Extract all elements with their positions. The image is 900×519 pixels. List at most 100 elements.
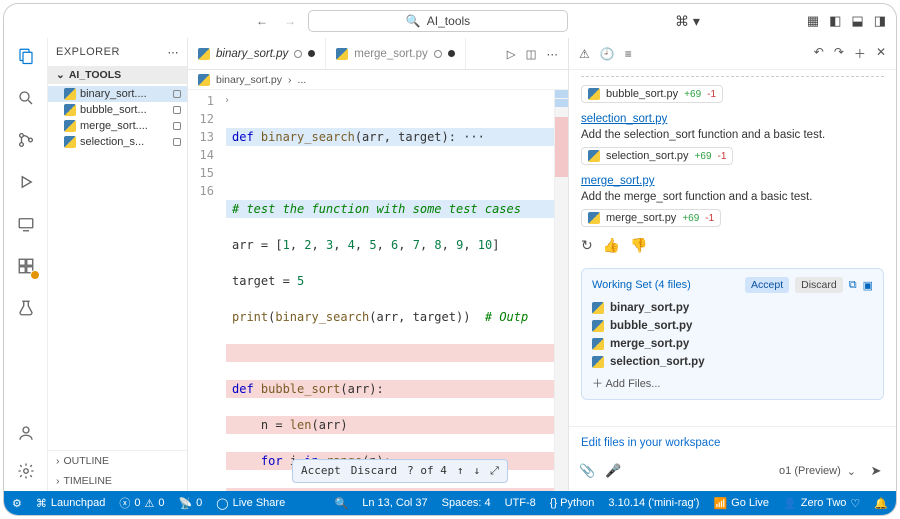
search-activity-icon[interactable] [14,86,38,110]
deletions: -1 [707,89,716,100]
redo-icon[interactable]: ↷ [834,45,844,62]
encoding-status[interactable]: UTF-8 [505,497,536,510]
ws-file-item[interactable]: merge_sort.py [592,335,873,353]
mic-icon[interactable]: 🎤 [605,463,621,479]
additions: +69 [682,213,699,224]
code-editor[interactable]: 11213141516 › def binary_search(arr, tar… [188,90,568,491]
cursor-position[interactable]: Ln 13, Col 37 [362,497,427,510]
ws-discard-button[interactable]: Discard [795,277,843,293]
ws-file-item[interactable]: selection_sort.py [592,353,873,371]
chevron-down-icon [56,69,65,81]
file-item[interactable]: binary_sort.... [48,86,187,102]
undo-icon[interactable]: ↶ [814,45,824,62]
python-file-icon [588,212,600,224]
settings-gear-icon[interactable] [14,459,38,483]
new-chat-icon[interactable]: ＋ [854,45,866,62]
python-env[interactable]: 3.10.14 ('mini-rag') [608,497,699,510]
fold-icon[interactable]: › [222,92,232,110]
file-item[interactable]: merge_sort.... [48,118,187,134]
launchpad-status[interactable]: ⌘ Launchpad [36,497,105,510]
nav-forward-icon[interactable]: → [280,14,300,28]
task-description: Add the selection_sort function and a ba… [581,129,884,141]
explorer-icon[interactable] [14,44,38,68]
thumbs-down-icon[interactable]: 👎 [630,237,647,254]
panel-right-icon[interactable]: ◨ [874,13,886,29]
history-icon[interactable]: 🕘 [600,47,615,61]
nav-back-icon[interactable]: ← [252,14,272,28]
prev-suggestion-icon[interactable]: ↑ [457,462,464,480]
ws-accept-button[interactable]: Accept [745,277,789,293]
file-link[interactable]: merge_sort.py [581,175,655,187]
retry-icon[interactable]: ↻ [581,237,593,254]
ws-file-item[interactable]: binary_sort.py [592,299,873,317]
file-item[interactable]: selection_s... [48,134,187,150]
file-label: selection_s... [80,136,144,148]
dirty-indicator-icon [308,50,315,57]
indent-status[interactable]: Spaces: 4 [442,497,491,510]
thumbs-up-icon[interactable]: 👍 [603,237,620,254]
code-content[interactable]: › def binary_search(arr, target): ··· # … [222,90,554,491]
split-editor-icon[interactable]: ◫ [526,47,537,61]
panel-left-icon[interactable]: ◧ [829,13,841,29]
workspace-folder[interactable]: AI_TOOLS [48,66,187,84]
model-picker[interactable]: o1 (Preview)⌄ [779,465,856,478]
deletions: -1 [705,213,714,224]
zoom-status[interactable]: 🔍 [335,497,349,510]
ws-file-label: selection_sort.py [610,356,705,368]
explorer-more-icon[interactable]: ⋯ [168,46,180,59]
python-file-icon [64,136,76,148]
copilot-icon[interactable]: ⌘ ▾ [675,13,700,30]
chat-input[interactable]: Edit files in your workspace [579,433,886,453]
minimap[interactable] [554,90,568,491]
close-icon[interactable]: ✕ [876,45,886,62]
panel-bottom-icon[interactable]: ⬓ [851,13,863,29]
live-share-status[interactable]: ◯ Live Share [216,497,285,510]
open-icon[interactable]: ▣ [863,279,873,292]
warning-icon[interactable]: ⚠ [579,47,590,61]
testing-icon[interactable] [14,296,38,320]
attach-icon[interactable]: 📎 [579,463,595,479]
theme-status[interactable]: 👤 Zero Two ♡ [783,497,860,510]
layout-customize-icon[interactable]: ▦ [807,13,819,29]
outline-section[interactable]: OUTLINE [48,451,187,471]
accounts-icon[interactable] [14,421,38,445]
outline-label: OUTLINE [64,455,110,467]
problems-status[interactable]: ⓧ 0 ⚠ 0 [119,495,164,511]
go-live-status[interactable]: 📶 Go Live [713,497,769,510]
command-center[interactable]: 🔍 AI_tools [308,10,568,32]
chip-label: merge_sort.py [606,212,676,224]
file-link[interactable]: selection_sort.py [581,113,667,125]
tab-more-icon[interactable]: ⋯ [547,47,559,61]
remote-icon[interactable] [14,212,38,236]
next-suggestion-icon[interactable]: ↓ [473,462,480,480]
notifications-icon[interactable]: 🔔 [874,497,888,510]
source-control-icon[interactable] [14,128,38,152]
file-chip[interactable]: selection_sort.py+69-1 [581,147,733,165]
accept-button[interactable]: Accept [301,462,341,480]
send-icon[interactable]: ➤ [866,461,886,481]
activity-bar [4,38,48,491]
tab-merge-sort[interactable]: merge_sort.py [326,38,466,69]
remote-indicator[interactable]: ⚙ [12,497,22,510]
add-files-button[interactable]: ＋ Add Files... [592,371,873,391]
timeline-section[interactable]: TIMELINE [48,471,187,491]
discard-button[interactable]: Discard [351,462,397,480]
run-debug-icon[interactable] [14,170,38,194]
tab-binary-sort[interactable]: binary_sort.py [188,38,326,69]
file-item[interactable]: bubble_sort... [48,102,187,118]
extensions-icon[interactable] [14,254,38,278]
ports-status[interactable]: 📡 0 [178,497,202,510]
python-file-icon [336,48,348,60]
expand-icon[interactable]: ⤢ [490,462,499,480]
chevron-right-icon [56,475,60,487]
copy-icon[interactable]: ⧉ [849,279,857,292]
run-icon[interactable]: ▷ [507,47,516,61]
breadcrumb[interactable]: binary_sort.py › ... [188,70,568,90]
language-mode[interactable]: {} Python [550,497,595,510]
file-chip[interactable]: merge_sort.py +69 -1 [581,209,721,227]
chat-more-icon[interactable]: ≡ [625,47,632,61]
ws-file-item[interactable]: bubble_sort.py [592,317,873,335]
timeline-label: TIMELINE [64,475,112,487]
file-chip[interactable]: bubble_sort.py+69-1 [581,85,723,103]
python-file-icon [592,356,604,368]
